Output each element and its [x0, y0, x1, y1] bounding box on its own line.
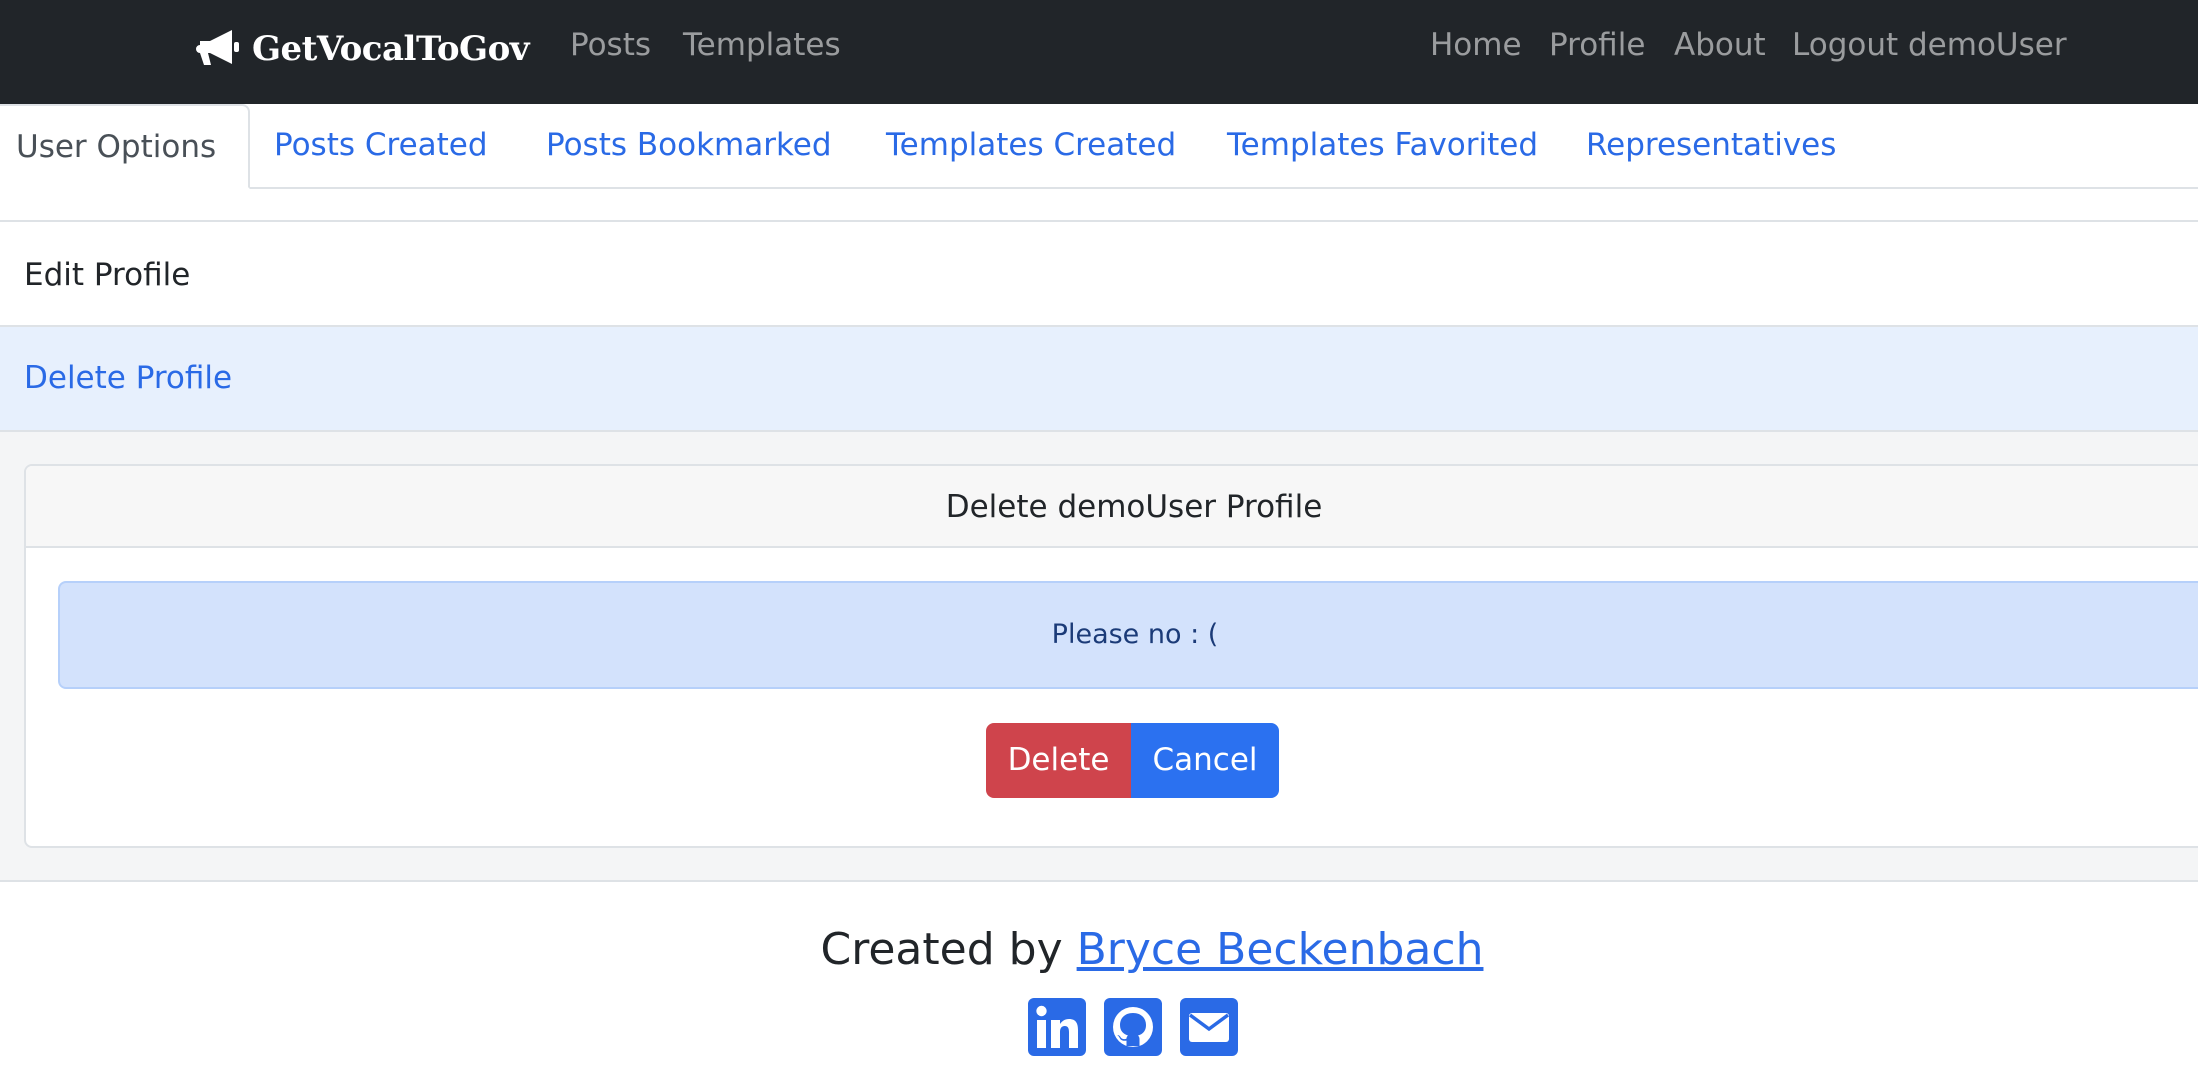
nav-link-about[interactable]: About [1674, 27, 1766, 63]
brand-name: GetVocalToGov [252, 29, 530, 69]
delete-button[interactable]: Delete [986, 723, 1131, 798]
tab-templates-created[interactable]: Templates Created [886, 104, 1176, 187]
tab-posts-created[interactable]: Posts Created [274, 104, 488, 187]
tab-representatives[interactable]: Representatives [1586, 104, 1836, 187]
nav-link-profile[interactable]: Profile [1549, 27, 1645, 63]
alert-text: Please no : ( [1051, 619, 1219, 650]
author-link[interactable]: Bryce Beckenbach [1077, 924, 1484, 975]
nav-link-posts[interactable]: Posts [570, 27, 651, 63]
nav-link-templates[interactable]: Templates [683, 27, 841, 63]
brand-link[interactable]: GetVocalToGov [196, 24, 530, 74]
tab-user-options[interactable]: User Options [0, 104, 251, 189]
nav-link-home[interactable]: Home [1430, 27, 1522, 63]
megaphone-icon [196, 27, 252, 71]
footer-credit: Created by Bryce Beckenbach [0, 924, 2198, 975]
github-icon[interactable] [1104, 998, 1162, 1056]
card-header: Delete demoUser Profile [26, 466, 2198, 548]
tab-posts-bookmarked[interactable]: Posts Bookmarked [546, 104, 832, 187]
warning-alert: Please no : ( [58, 581, 2198, 689]
nav-link-logout[interactable]: Logout demoUser [1792, 27, 2067, 63]
tab-templates-favorited[interactable]: Templates Favorited [1227, 104, 1538, 187]
linkedin-icon[interactable] [1028, 998, 1086, 1056]
delete-profile-option[interactable]: Delete Profile [0, 327, 2198, 432]
edit-profile-option[interactable]: Edit Profile [0, 220, 2198, 327]
cancel-button[interactable]: Cancel [1131, 723, 1279, 798]
card-title: Delete demoUser Profile [945, 489, 1323, 525]
profile-tabs: User Options Posts Created Posts Bookmar… [0, 104, 2198, 189]
top-navbar: GetVocalToGov Posts Templates Home Profi… [0, 0, 2198, 104]
created-by-text: Created by [820, 924, 1063, 975]
email-icon[interactable] [1180, 998, 1238, 1056]
